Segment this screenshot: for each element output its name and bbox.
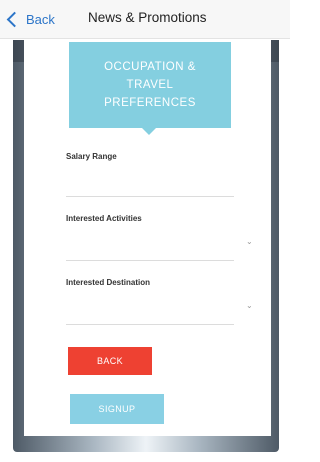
interested-destination-select[interactable] (66, 324, 234, 325)
salary-range-input[interactable] (66, 196, 234, 197)
header-line-1: OCCUPATION & (104, 61, 196, 73)
chevron-down-icon[interactable]: ⌄ (246, 237, 253, 246)
nav-back-label: Back (26, 11, 55, 27)
header-line-2: TRAVEL (126, 79, 174, 91)
signup-button[interactable]: SIGNUP (70, 394, 164, 424)
salary-range-label: Salary Range (66, 152, 117, 161)
header-line-3: PREFERENCES (104, 97, 196, 109)
navigation-bar: Back News & Promotions (0, 0, 290, 39)
chevron-down-icon[interactable]: ⌄ (246, 301, 253, 310)
back-button[interactable]: BACK (68, 347, 152, 375)
interested-destination-label: Interested Destination (66, 278, 151, 287)
nav-back-button[interactable]: Back (6, 9, 55, 29)
banner-pointer (142, 128, 156, 135)
section-header-banner: OCCUPATION & TRAVEL PREFERENCES (69, 42, 231, 128)
interested-activities-select[interactable] (66, 260, 234, 261)
page-title: News & Promotions (88, 10, 207, 25)
chevron-left-icon (6, 11, 23, 27)
form-screen: OCCUPATION & TRAVEL PREFERENCES Salary R… (24, 40, 271, 436)
interested-activities-label: Interested Activities (66, 214, 142, 223)
